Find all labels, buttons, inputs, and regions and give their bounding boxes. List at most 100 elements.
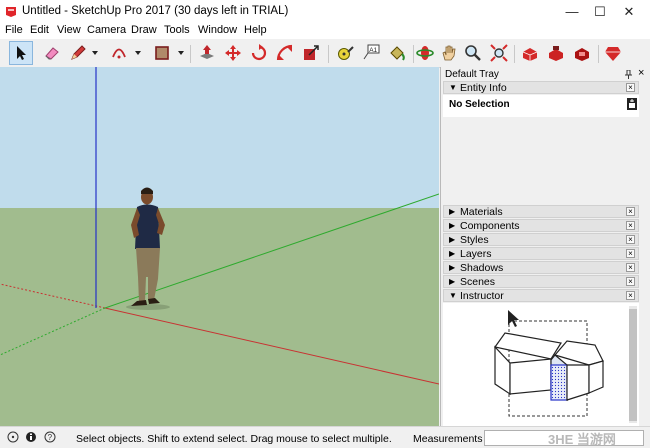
panel-scenes[interactable]: ▶ Scenes × xyxy=(443,275,639,288)
toolbar-separator xyxy=(190,45,191,63)
collapsed-arrow-icon: ▶ xyxy=(449,221,456,230)
panel-close-icon[interactable]: × xyxy=(626,83,635,92)
select-arrow-icon xyxy=(17,46,26,60)
menu-camera[interactable]: Camera xyxy=(87,24,126,36)
rotate-tool-button[interactable] xyxy=(247,41,271,65)
maximize-button[interactable]: ☐ xyxy=(585,0,615,23)
collapsed-arrow-icon: ▶ xyxy=(449,235,456,244)
panel-entity-info[interactable]: ▼ Entity Info × xyxy=(443,81,639,94)
menu-file[interactable]: File xyxy=(5,24,23,36)
collapsed-arrow-icon: ▶ xyxy=(449,207,456,216)
tray-title: Default Tray xyxy=(445,69,499,80)
menu-edit[interactable]: Edit xyxy=(30,24,49,36)
tape-measure-icon xyxy=(338,46,354,60)
minimize-button[interactable]: — xyxy=(557,0,587,23)
panel-components[interactable]: ▶ Components × xyxy=(443,219,639,232)
panel-materials[interactable]: ▶ Materials × xyxy=(443,205,639,218)
arc-tool-button[interactable] xyxy=(107,41,131,65)
selection-status: No Selection xyxy=(449,99,510,110)
select-tool-button[interactable] xyxy=(9,41,33,65)
menu-tools[interactable]: Tools xyxy=(164,24,190,36)
panel-close-icon[interactable]: × xyxy=(626,221,635,230)
panel-close-icon[interactable]: × xyxy=(626,235,635,244)
watermark: 3HE 当游网 xyxy=(548,432,616,447)
panel-label: Instructor xyxy=(460,290,504,302)
help-icon[interactable]: ? xyxy=(44,431,56,443)
offset-tool-button[interactable] xyxy=(299,41,323,65)
large-toolset: A1 xyxy=(0,39,650,68)
scale-icon xyxy=(276,44,293,61)
credits-icon[interactable] xyxy=(25,431,37,443)
paint-bucket-icon xyxy=(390,46,405,61)
menu-window[interactable]: Window xyxy=(198,24,237,36)
extension-manager-button[interactable] xyxy=(601,41,625,65)
line-tool-button[interactable] xyxy=(66,41,90,65)
zoom-magnifier-icon xyxy=(465,45,481,61)
push-pull-icon xyxy=(200,45,214,59)
model-viewport[interactable] xyxy=(0,67,439,426)
panel-layers[interactable]: ▶ Layers × xyxy=(443,247,639,260)
panel-close-icon[interactable]: × xyxy=(626,277,635,286)
panel-label: Entity Info xyxy=(460,82,507,94)
sky xyxy=(0,67,439,209)
3d-warehouse-button[interactable] xyxy=(518,41,542,65)
pin-icon[interactable] xyxy=(624,70,633,79)
measurements-label: Measurements xyxy=(413,433,483,445)
rotate-icon xyxy=(251,44,267,61)
menu-draw[interactable]: Draw xyxy=(131,24,157,36)
toolbar-separator xyxy=(514,45,515,63)
zoom-extents-icon xyxy=(490,44,508,62)
component-share-button[interactable] xyxy=(544,41,568,65)
details-toggle-icon[interactable] xyxy=(627,98,637,110)
arc-icon xyxy=(112,48,126,59)
geo-location-icon[interactable] xyxy=(7,431,19,443)
panel-styles[interactable]: ▶ Styles × xyxy=(443,233,639,246)
push-pull-tool-button[interactable] xyxy=(195,41,219,65)
collapsed-arrow-icon: ▶ xyxy=(449,263,456,272)
line-dropdown-icon[interactable] xyxy=(91,49,99,57)
shape-tool-button[interactable] xyxy=(150,41,174,65)
status-message: Select objects. Shift to extend select. … xyxy=(76,433,392,445)
svg-text:A1: A1 xyxy=(369,47,377,54)
zoom-extents-tool-button[interactable] xyxy=(487,41,511,65)
instructor-body xyxy=(443,303,639,426)
menu-view[interactable]: View xyxy=(57,24,81,36)
svg-text:?: ? xyxy=(48,433,53,442)
panel-close-icon[interactable]: × xyxy=(626,207,635,216)
tape-measure-tool-button[interactable] xyxy=(333,41,357,65)
shape-dropdown-icon[interactable] xyxy=(177,49,185,57)
text-label-icon: A1 xyxy=(363,44,380,60)
panel-close-icon[interactable]: × xyxy=(626,249,635,258)
zoom-tool-button[interactable] xyxy=(461,41,485,65)
arc-dropdown-icon[interactable] xyxy=(134,49,142,57)
panel-label: Materials xyxy=(460,206,503,218)
share-component-icon xyxy=(549,46,563,61)
window-title: Untitled - SketchUp Pro 2017 (30 days le… xyxy=(22,5,289,17)
text-tool-button[interactable]: A1 xyxy=(359,41,383,65)
eraser-tool-button[interactable] xyxy=(40,41,64,65)
panel-close-icon[interactable]: × xyxy=(626,263,635,272)
offset-icon xyxy=(304,45,319,60)
close-window-button[interactable]: ✕ xyxy=(614,0,644,23)
scale-tool-button[interactable] xyxy=(273,41,297,65)
eraser-icon xyxy=(45,47,59,60)
move-icon xyxy=(225,45,241,61)
instructor-scroll-thumb[interactable] xyxy=(629,309,637,421)
panel-instructor[interactable]: ▼ Instructor × xyxy=(443,289,639,302)
move-tool-button[interactable] xyxy=(221,41,245,65)
panel-label: Styles xyxy=(460,234,489,246)
title-bar: Untitled - SketchUp Pro 2017 (30 days le… xyxy=(0,0,650,23)
scene-canvas xyxy=(0,67,439,426)
panel-close-icon[interactable]: × xyxy=(626,291,635,300)
panel-label: Scenes xyxy=(460,276,496,288)
extension-warehouse-icon xyxy=(575,48,589,61)
panel-shadows[interactable]: ▶ Shadows × xyxy=(443,261,639,274)
panel-label: Layers xyxy=(460,248,492,260)
tray-close-button[interactable]: × xyxy=(638,67,644,79)
extension-warehouse-button[interactable] xyxy=(570,41,594,65)
paint-bucket-tool-button[interactable] xyxy=(385,41,409,65)
menu-help[interactable]: Help xyxy=(244,24,267,36)
orbit-tool-button[interactable] xyxy=(413,41,437,65)
sketchup-logo-icon xyxy=(6,7,16,17)
pan-tool-button[interactable] xyxy=(437,41,461,65)
